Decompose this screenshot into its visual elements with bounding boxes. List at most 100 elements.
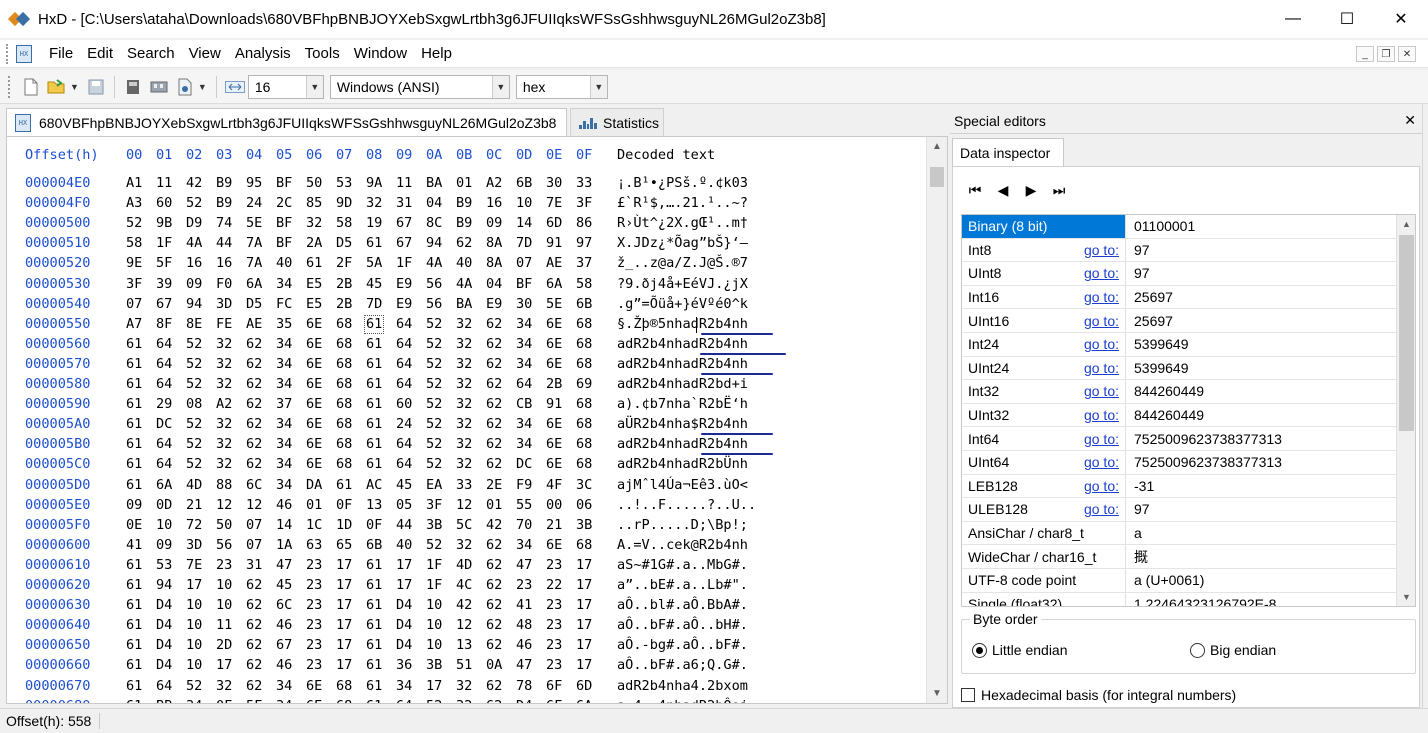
row-decoded-text[interactable]: a»4._4nhadR2bÔoj	[617, 698, 748, 703]
hex-byte[interactable]: 61	[366, 416, 396, 432]
row-bytes[interactable]: 0E 10 72 50 07 14 1C 1D 0F 44 3B 5C 42 70 21 3B	[126, 517, 606, 533]
hex-byte[interactable]: 07	[126, 296, 156, 312]
hex-byte[interactable]: 32	[456, 336, 486, 352]
hex-byte[interactable]: 61	[366, 356, 396, 372]
hex-byte[interactable]: 45	[366, 276, 396, 292]
hex-byte[interactable]: 61	[126, 356, 156, 372]
hex-byte[interactable]: 1F	[426, 557, 456, 573]
hex-byte[interactable]: 34	[516, 316, 546, 332]
hex-byte[interactable]: D4	[396, 597, 426, 613]
hex-byte[interactable]: 0A	[486, 657, 516, 673]
inspector-row[interactable]: UInt32 go to: 844260449	[962, 403, 1396, 428]
hex-byte[interactable]: 33	[456, 477, 486, 493]
hex-byte[interactable]: 3F	[426, 497, 456, 513]
hex-grid[interactable]: Offset(h) 00 01 02 03 04 05 06 07 08 09 0A 0B 0C 0D 0E…	[7, 137, 927, 703]
hex-byte[interactable]: E5	[306, 296, 336, 312]
hex-byte[interactable]: 6E	[306, 396, 336, 412]
hex-byte[interactable]: 68	[576, 537, 606, 553]
hex-byte[interactable]: 62	[246, 617, 276, 633]
inspector-value[interactable]: a (U+0061)	[1126, 569, 1396, 592]
row-decoded-text[interactable]: ¡.B¹•¿PSš.º.¢k03	[617, 175, 748, 191]
hex-byte[interactable]: 16	[216, 255, 246, 271]
hex-byte[interactable]: 7E	[186, 557, 216, 573]
hex-byte[interactable]: 68	[576, 416, 606, 432]
menu-help[interactable]: Help	[414, 40, 459, 68]
open-dropdown-icon[interactable]: ▼	[70, 82, 79, 92]
hex-byte[interactable]: 67	[156, 296, 186, 312]
hex-byte[interactable]: 7E	[546, 195, 576, 211]
menu-window[interactable]: Window	[347, 40, 414, 68]
inspector-value[interactable]: 5399649	[1126, 357, 1396, 380]
hex-byte[interactable]: 6A	[156, 477, 186, 493]
hex-byte[interactable]: 32	[456, 416, 486, 432]
hex-byte[interactable]: FC	[276, 296, 306, 312]
hex-byte[interactable]: 68	[576, 456, 606, 472]
hex-byte[interactable]: 56	[216, 537, 246, 553]
hex-byte[interactable]: FE	[216, 316, 246, 332]
hex-byte[interactable]: DA	[306, 477, 336, 493]
hex-byte[interactable]: 6A	[576, 698, 606, 703]
tab-data-inspector[interactable]: Data inspector	[952, 138, 1064, 166]
checkbox-icon[interactable]	[961, 688, 975, 702]
hex-byte[interactable]: 62	[486, 577, 516, 593]
inspector-row[interactable]: Single (float32) 1.22464323126792E-8	[962, 592, 1396, 606]
hex-byte[interactable]: 2B	[336, 276, 366, 292]
hex-byte[interactable]: 32	[366, 195, 396, 211]
hex-byte[interactable]: 62	[486, 356, 516, 372]
hex-byte[interactable]: 61	[366, 235, 396, 251]
hex-byte[interactable]: 6E	[546, 436, 576, 452]
tools-dropdown-icon[interactable]: ▼	[198, 82, 207, 92]
hex-byte[interactable]: 68	[576, 436, 606, 452]
row-bytes[interactable]: 61 64 52 32 62 34 6E 68 61 64 52 32 62 34 6E 68	[126, 356, 606, 372]
hex-byte[interactable]: 68	[576, 316, 606, 332]
mdi-close-button[interactable]: ✕	[1398, 46, 1416, 62]
scroll-thumb[interactable]	[930, 167, 944, 187]
hex-byte[interactable]: 61	[126, 577, 156, 593]
inspector-row[interactable]: Int24 go to: 5399649	[962, 333, 1396, 357]
hex-byte[interactable]: D4	[156, 657, 186, 673]
hex-byte[interactable]: 34	[186, 698, 216, 703]
row-bytes[interactable]: 61 29 08 A2 62 37 6E 68 61 60 52 32 62 CB 91 68	[126, 396, 606, 412]
hex-byte[interactable]: 52	[186, 416, 216, 432]
hex-byte[interactable]: 6E	[306, 316, 336, 332]
goto-link[interactable]: go to:	[1084, 265, 1119, 281]
hex-byte[interactable]: 2E	[486, 477, 516, 493]
inspector-grid[interactable]: Single (float32) 1.22464323126792E-8 UTF-8…	[961, 214, 1416, 607]
hex-byte[interactable]: 23	[546, 597, 576, 613]
hex-byte[interactable]: 05	[396, 497, 426, 513]
hex-byte[interactable]: 68	[336, 416, 366, 432]
hex-byte[interactable]: 17	[576, 557, 606, 573]
row-decoded-text[interactable]: adR2b4nhadR2b4nh	[617, 336, 748, 352]
hex-byte[interactable]: 63	[306, 537, 336, 553]
goto-link[interactable]: go to:	[1084, 478, 1119, 494]
inspector-value[interactable]: a	[1126, 522, 1396, 545]
hex-byte[interactable]: 6E	[306, 436, 336, 452]
row-bytes[interactable]: 61 64 52 32 62 34 6E 68 61 64 52 32 62 64 2B 69	[126, 376, 606, 392]
hex-byte[interactable]: 64	[156, 336, 186, 352]
hex-byte[interactable]: 60	[396, 396, 426, 412]
hex-byte[interactable]: 61	[366, 456, 396, 472]
row-bytes[interactable]: 61 64 52 32 62 34 6E 68 61 34 17 32 62 78 6F 6D	[126, 678, 606, 694]
hex-byte[interactable]: 68	[576, 336, 606, 352]
hex-byte[interactable]: 17	[336, 637, 366, 653]
hex-byte[interactable]: 23	[546, 657, 576, 673]
menu-edit[interactable]: Edit	[80, 40, 120, 68]
inspector-value[interactable]: 1.22464323126792E-8	[1126, 593, 1396, 606]
hex-byte[interactable]: 69	[576, 376, 606, 392]
hex-byte[interactable]: 61	[366, 436, 396, 452]
hex-byte[interactable]: 10	[426, 617, 456, 633]
row-bytes[interactable]: A3 60 52 B9 24 2C 85 9D 32 31 04 B9 16 10 7E 3F	[126, 195, 606, 211]
hex-byte[interactable]: 62	[486, 537, 516, 553]
hex-byte[interactable]: 4A	[456, 276, 486, 292]
hex-byte[interactable]: 52	[186, 678, 216, 694]
hex-byte[interactable]: 5F	[246, 698, 276, 703]
inspector-row[interactable]: ULEB128 go to: 97	[962, 498, 1396, 522]
disk-icon[interactable]	[122, 76, 144, 98]
hex-byte[interactable]: 32	[216, 376, 246, 392]
hex-byte[interactable]: 62	[246, 416, 276, 432]
hex-byte[interactable]: 32	[456, 396, 486, 412]
inspector-row[interactable]: LEB128 go to: -31	[962, 474, 1396, 499]
hex-byte[interactable]: 17	[426, 678, 456, 694]
hex-byte[interactable]: 10	[516, 195, 546, 211]
new-file-icon[interactable]	[20, 76, 42, 98]
